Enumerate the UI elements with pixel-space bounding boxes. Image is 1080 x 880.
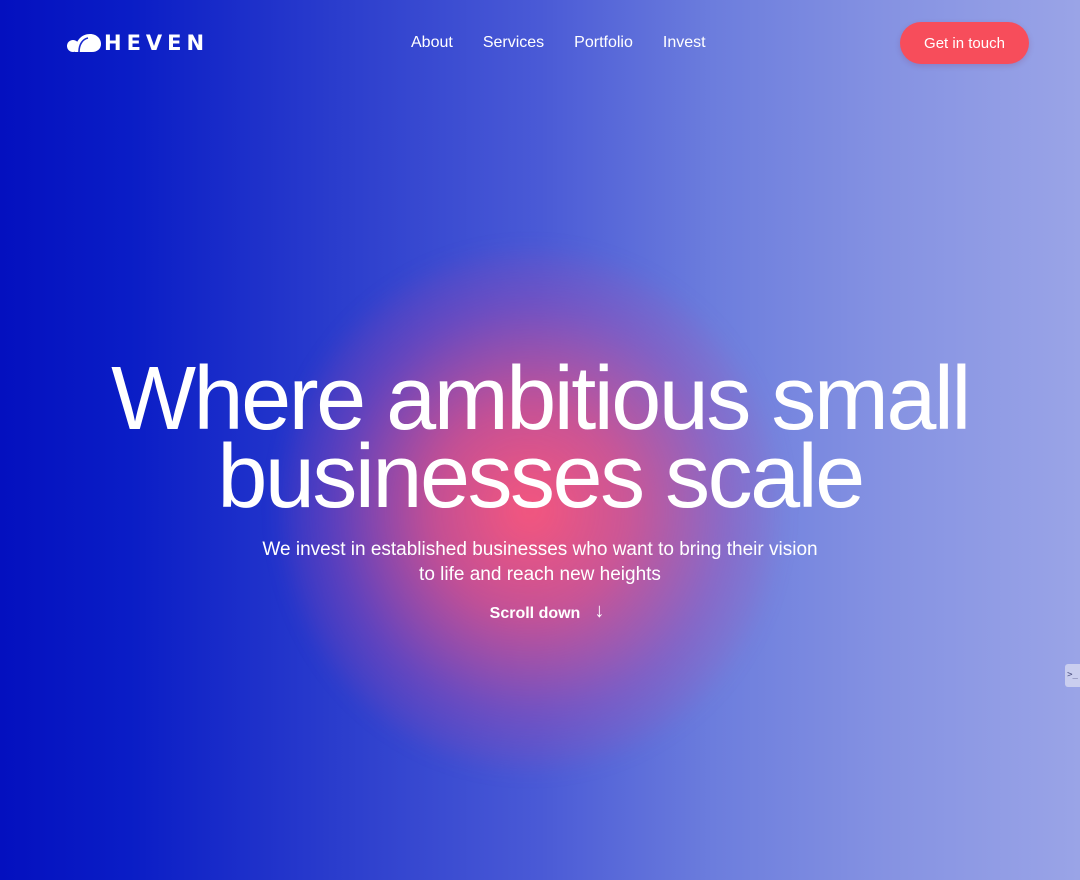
scroll-down-label: Scroll down: [489, 605, 581, 622]
hero-subtitle-line-1: We invest in established businesses who …: [262, 539, 818, 560]
brand-name: HEVEN: [104, 31, 210, 55]
arrow-down-icon: ↓: [594, 600, 605, 622]
hero-title: Where ambitious small businesses scale: [0, 354, 1080, 527]
cloud-logo-icon: [66, 32, 102, 54]
site-header: HEVEN About Services Portfolio Invest Ge…: [0, 0, 1080, 86]
hero-section: Where ambitious small businesses scale W…: [0, 354, 1080, 624]
main-nav: About Services Portfolio Invest: [396, 32, 721, 54]
nav-link-about[interactable]: About: [396, 32, 468, 54]
nav-link-services[interactable]: Services: [468, 32, 559, 54]
nav-link-invest[interactable]: Invest: [648, 32, 721, 54]
get-in-touch-button[interactable]: Get in touch: [900, 22, 1029, 64]
hero-title-line-2: businesses scale: [217, 427, 865, 527]
hero-subtitle: We invest in established businesses who …: [240, 537, 840, 587]
terminal-icon[interactable]: >_: [1065, 664, 1080, 687]
logo-link[interactable]: HEVEN: [66, 31, 209, 55]
nav-link-portfolio[interactable]: Portfolio: [559, 32, 648, 54]
hero-subtitle-line-2: to life and reach new heights: [419, 564, 661, 585]
hero-page: HEVEN About Services Portfolio Invest Ge…: [0, 0, 1080, 880]
scroll-down-link[interactable]: Scroll down ↓: [489, 600, 605, 624]
